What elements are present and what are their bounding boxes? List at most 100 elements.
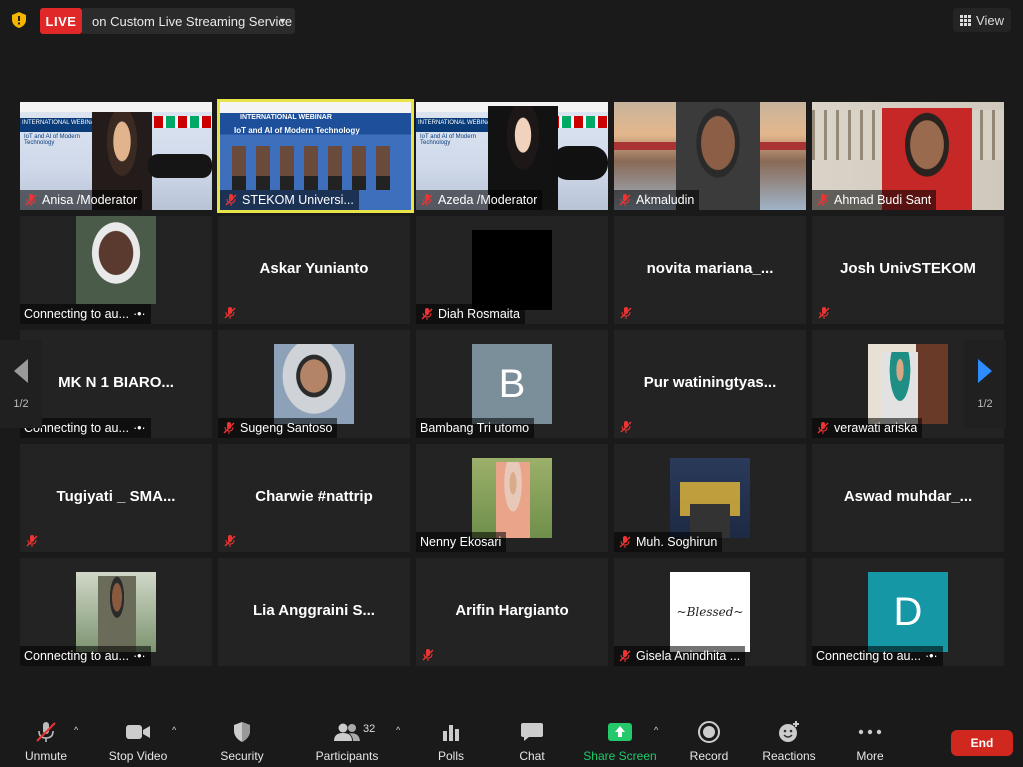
stop-video-button[interactable]: Stop Video	[98, 719, 178, 765]
meeting-controls-toolbar: Unmute ^ Stop Video ^ Security Participa…	[0, 713, 1023, 767]
video-tile-aswad[interactable]: Aswad muhdar_...	[812, 444, 1004, 552]
live-badge[interactable]: LIVE	[40, 8, 82, 34]
banner-title: INTERNATIONAL WEBINAR	[240, 114, 332, 121]
unmute-label: Unmute	[24, 749, 68, 763]
participant-name: Charwie #nattrip	[255, 488, 373, 505]
streaming-service-label: on Custom Live Streaming Service	[92, 13, 293, 29]
video-tile-stekom[interactable]: INTERNATIONAL WEBINAR IoT and AI of Mode…	[217, 99, 414, 213]
mic-muted-icon	[619, 536, 631, 548]
video-tile-gisela[interactable]: ~Blessed~ Gisela Anindhita ...	[614, 558, 806, 666]
participant-name-label: Connecting to au... ·•·	[20, 646, 151, 666]
stop-video-label: Stop Video	[108, 749, 168, 763]
mic-muted-icon	[619, 194, 631, 206]
video-options-caret-icon[interactable]: ^	[172, 725, 176, 735]
share-options-caret-icon[interactable]: ^	[654, 725, 658, 735]
polls-button[interactable]: Polls	[411, 719, 491, 765]
connecting-dots-icon: ·•·	[924, 649, 938, 663]
video-tile-diah[interactable]: Diah Rosmaita	[416, 216, 608, 324]
participant-name: Azeda /Moderator	[438, 193, 538, 207]
participant-name: Akmaludin	[636, 193, 695, 207]
profile-photo: ~Blessed~	[670, 572, 750, 652]
video-tile-charwie[interactable]: Charwie #nattrip	[218, 444, 410, 552]
audio-options-caret-icon[interactable]: ^	[74, 725, 78, 735]
reactions-button[interactable]: Reactions	[749, 719, 829, 765]
participant-name: Askar Yunianto	[259, 260, 369, 277]
share-screen-icon	[608, 723, 632, 741]
mic-muted-icon	[36, 722, 56, 742]
mic-muted-icon	[26, 535, 38, 547]
banner-subtitle: IoT and AI of Modern Technology	[24, 134, 80, 146]
participants-icon	[334, 723, 360, 741]
video-tile-lia[interactable]: Lia Anggraini S...	[218, 558, 410, 666]
participant-name-label: Muh. Soghirun	[614, 532, 723, 552]
record-label: Record	[689, 749, 729, 763]
end-meeting-button[interactable]: End	[951, 730, 1013, 756]
record-icon	[698, 721, 720, 743]
participant-name: Josh UnivSTEKOM	[840, 260, 976, 277]
participant-name-label: Connecting to au... ·•·	[812, 646, 943, 666]
mic-muted-icon	[25, 194, 37, 206]
view-button[interactable]: View	[953, 8, 1011, 32]
security-label: Security	[220, 749, 264, 763]
share-screen-label: Share Screen	[583, 749, 657, 763]
profile-photo	[76, 572, 156, 652]
reactions-label: Reactions	[762, 749, 816, 763]
video-tile-sugeng[interactable]: Sugeng Santoso	[218, 330, 410, 438]
participant-name: Ahmad Budi Sant	[834, 193, 932, 207]
participant-name: Aswad muhdar_...	[843, 488, 973, 505]
more-button[interactable]: More	[830, 719, 910, 765]
participant-name-label: Ahmad Budi Sant	[812, 190, 937, 210]
video-tile-arifin[interactable]: Arifin Hargianto	[416, 558, 608, 666]
encryption-shield-icon[interactable]	[10, 11, 28, 29]
more-dots-icon	[858, 729, 882, 735]
smiley-plus-icon	[779, 721, 799, 742]
mic-muted-icon	[223, 422, 235, 434]
video-tile-mkn1[interactable]: MK N 1 BIARO... Connecting to au... ·•·	[20, 330, 212, 438]
video-tile-bambang[interactable]: B Bambang Tri utomo	[416, 330, 608, 438]
connecting-dots-icon: ·•·	[132, 421, 146, 435]
connecting-dots-icon: ·•·	[132, 307, 146, 321]
grid-view-icon	[960, 14, 972, 26]
avatar: B	[472, 344, 552, 424]
video-tile-ahmad[interactable]: Ahmad Budi Sant	[812, 102, 1004, 210]
video-tile-nenny[interactable]: Nenny Ekosari	[416, 444, 608, 552]
video-tile-josh[interactable]: Josh UnivSTEKOM	[812, 216, 1004, 324]
participant-name-label: Azeda /Moderator	[416, 190, 543, 210]
mic-muted-icon	[224, 307, 236, 319]
avatar: D	[868, 572, 948, 652]
participant-name-label: Akmaludin	[614, 190, 700, 210]
banner-subtitle: IoT and AI of Modern Technology	[234, 126, 360, 135]
mic-muted-icon	[818, 307, 830, 319]
video-tile-connecting-1[interactable]: Connecting to au... ·•·	[20, 216, 212, 324]
security-button[interactable]: Security	[202, 719, 282, 765]
participant-name: novita mariana_...	[646, 260, 774, 277]
video-tile-tugiyati[interactable]: Tugiyati _ SMA...	[20, 444, 212, 552]
chat-button[interactable]: Chat	[492, 719, 572, 765]
video-tile-muh[interactable]: Muh. Soghirun	[614, 444, 806, 552]
arrow-right-icon	[978, 359, 992, 383]
share-screen-button[interactable]: Share Screen	[580, 719, 660, 765]
video-tile-connecting-3[interactable]: D Connecting to au... ·•·	[812, 558, 1004, 666]
participant-name-label: Sugeng Santoso	[218, 418, 338, 438]
video-tile-connecting-2[interactable]: Connecting to au... ·•·	[20, 558, 212, 666]
video-tile-purwatiningtyas[interactable]: Pur watiningtyas...	[614, 330, 806, 438]
participants-options-caret-icon[interactable]: ^	[396, 725, 400, 735]
profile-photo	[868, 344, 948, 424]
next-page-button[interactable]: 1/2	[964, 340, 1006, 428]
live-streaming-dropdown[interactable]: on Custom Live Streaming Service ▼	[82, 8, 295, 34]
record-button[interactable]: Record	[669, 719, 749, 765]
video-tile-azeda[interactable]: INTERNATIONAL WEBINAR IoT and AI of Mode…	[416, 102, 608, 210]
participant-name: Connecting to au...	[24, 649, 129, 663]
participant-name: verawati ariska	[834, 421, 918, 435]
video-tile-novita[interactable]: novita mariana_...	[614, 216, 806, 324]
video-tile-akmaludin[interactable]: Akmaludin	[614, 102, 806, 210]
mic-muted-icon	[817, 194, 829, 206]
participant-name-label: Diah Rosmaita	[416, 304, 525, 324]
mic-muted-icon	[620, 421, 632, 433]
previous-page-button[interactable]: 1/2	[0, 340, 42, 428]
video-tile-anisa[interactable]: INTERNATIONAL WEBINAR IoT and AI of Mode…	[20, 102, 212, 210]
video-tile-askar[interactable]: Askar Yunianto	[218, 216, 410, 324]
banner-title: INTERNATIONAL WEBINAR	[22, 120, 100, 126]
participant-name: Tugiyati _ SMA...	[56, 488, 176, 505]
participant-name: Diah Rosmaita	[438, 307, 520, 321]
